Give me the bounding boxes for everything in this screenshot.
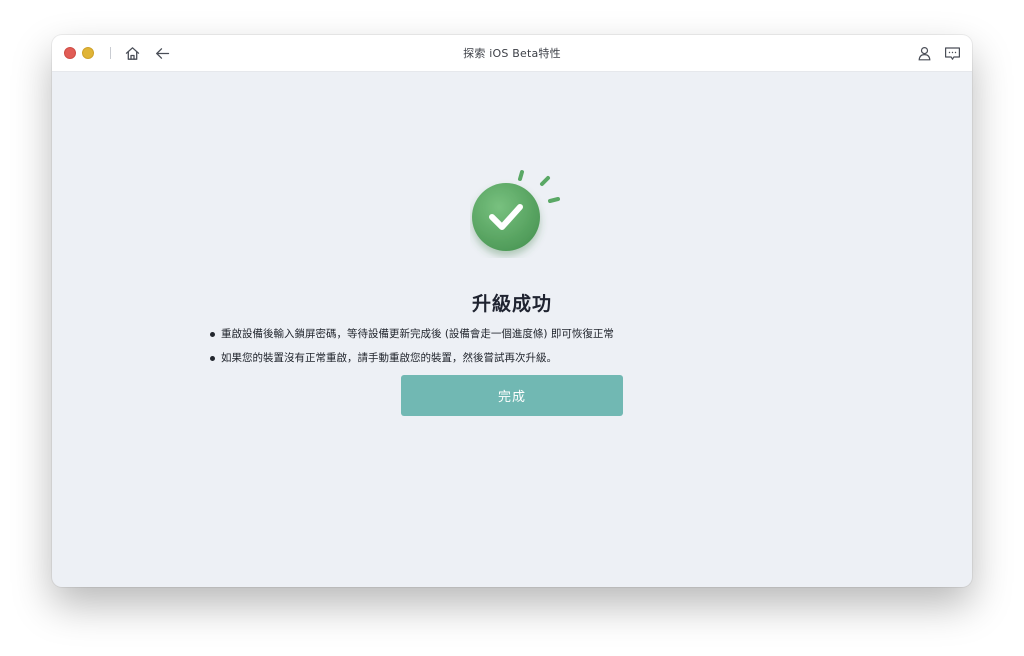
feedback-icon[interactable] [944, 45, 961, 62]
main-content: 升級成功 重啟設備後輸入鎖屏密碼，等待設備更新完成後 (設備會走一個進度條) 即… [52, 72, 972, 587]
list-item: 重啟設備後輸入鎖屏密碼，等待設備更新完成後 (設備會走一個進度條) 即可恢復正常 [210, 322, 614, 346]
instruction-list: 重啟設備後輸入鎖屏密碼，等待設備更新完成後 (設備會走一個進度條) 即可恢復正常… [210, 322, 614, 370]
app-window: 探索 iOS Beta特性 升級成功 重啟設備後輸入鎖屏密碼，等待設備更新完成後… [52, 35, 972, 587]
title-bar: 探索 iOS Beta特性 [52, 35, 972, 72]
user-icon[interactable] [916, 45, 933, 62]
list-item: 如果您的裝置沒有正常重啟，請手動重啟您的裝置，然後嘗試再次升級。 [210, 346, 614, 370]
window-title: 探索 iOS Beta特性 [463, 47, 561, 60]
success-heading: 升級成功 [471, 293, 552, 315]
check-icon [470, 162, 566, 258]
done-button[interactable]: 完成 [401, 375, 623, 416]
